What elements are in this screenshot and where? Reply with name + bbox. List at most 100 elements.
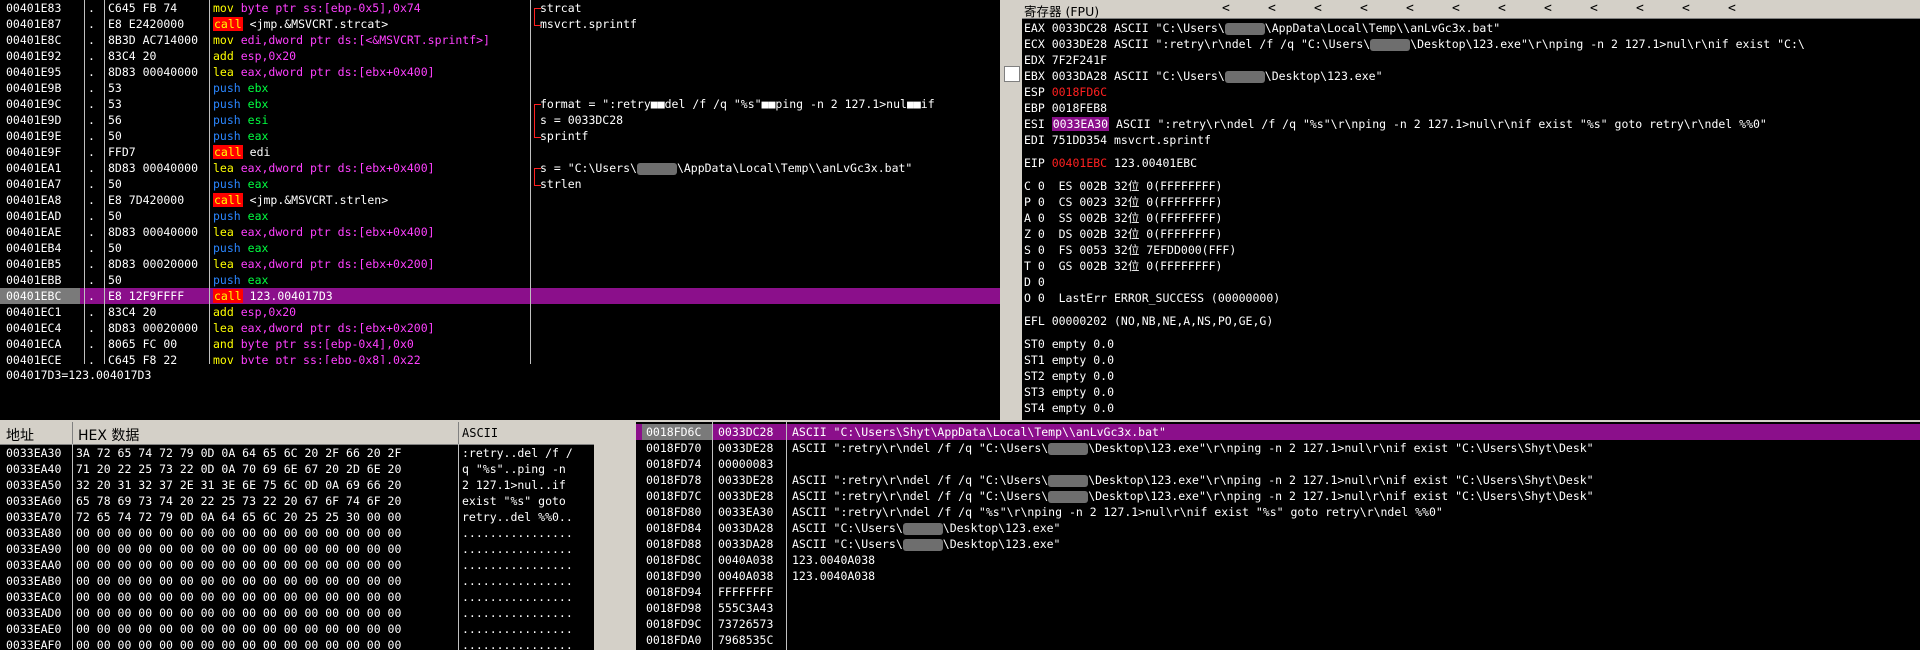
column-divider[interactable] — [84, 0, 85, 364]
stack-row[interactable]: 0018FD8C 0040A038 123.0040A038 — [636, 552, 1920, 568]
register-row[interactable]: EDX 7F2F241F — [1024, 53, 1107, 68]
scroll-left-arrow-icon[interactable]: < — [1406, 1, 1414, 16]
register-row[interactable]: D 0 — [1024, 275, 1045, 290]
scroll-left-arrow-icon[interactable]: < — [1590, 1, 1598, 16]
hex-dump-row[interactable]: 0033EA40 71 20 22 25 73 22 0D 0A 70 69 6E… — [0, 461, 634, 477]
stack-row[interactable]: 0018FD88 0033DA28 ASCII "C:\Users\ \Desktop… — [636, 536, 1920, 552]
hex-dump-row[interactable]: 0033EAB0 00 00 00 00 00 00 00 00 00 00 00… — [0, 573, 634, 589]
column-divider[interactable] — [458, 444, 459, 650]
hex-dump-row[interactable]: 0033EA60 65 78 69 73 74 20 22 25 73 22 20… — [0, 493, 634, 509]
stack-row[interactable]: 0018FD78 0033DE28 ASCII ":retry\r\ndel /f … — [636, 472, 1920, 488]
register-value-changed[interactable]: 0018FD6C — [1052, 85, 1107, 99]
register-row[interactable]: O 0 LastErr ERROR_SUCCESS (00000000) — [1024, 291, 1280, 306]
scroll-left-arrow-icon[interactable]: < — [1728, 1, 1736, 16]
register-row[interactable]: EAX 0033DC28 ASCII "C:\Users\ \AppData\Lo… — [1024, 21, 1500, 36]
scroll-left-arrow-icon[interactable]: < — [1636, 1, 1644, 16]
register-value-changed[interactable]: 00401EBC — [1052, 156, 1107, 170]
disasm-row[interactable]: 00401EBC. E8 12F9FFFF call 123.004017D3 — [0, 288, 1000, 304]
disasm-row[interactable]: 00401E83. C645 FB 74 mov byte ptr ss:[ebp-… — [0, 0, 1000, 16]
column-divider[interactable] — [104, 0, 105, 364]
disassembly-scrollbar[interactable] — [1002, 0, 1020, 420]
stack-row[interactable]: 0018FD94 FFFFFFFF — [636, 584, 1920, 600]
disasm-row[interactable]: 00401E9F. FFD7 call edi — [0, 144, 1000, 160]
disasm-row[interactable]: 00401EA8. E8 7D420000 call <jmp.&MSVCRT.st… — [0, 192, 1000, 208]
hex-dump-row[interactable]: 0033EAC0 00 00 00 00 00 00 00 00 00 00 00… — [0, 589, 634, 605]
disasm-row[interactable]: 00401ECE. C645 F8 22 mov byte ptr ss:[ebp-… — [0, 352, 1000, 364]
disasm-row[interactable]: 00401E87. E8 E2420000 call <jmp.&MSVCRT.st… — [0, 16, 1000, 32]
scroll-left-arrow-icon[interactable]: < — [1268, 1, 1276, 16]
scroll-left-arrow-icon[interactable]: < — [1360, 1, 1368, 16]
column-divider[interactable] — [209, 0, 210, 364]
column-divider[interactable] — [458, 422, 459, 444]
disasm-row[interactable]: 00401EAD. 50 push eax — [0, 208, 1000, 224]
column-hex-data[interactable]: HEX 数据 — [78, 425, 139, 445]
registers-header[interactable]: 寄存器 (FPU) < < < < < < < < < < < < — [1022, 0, 1920, 19]
register-row[interactable]: Z 0 DS 002B 32位 0(FFFFFFFF) — [1024, 227, 1222, 242]
stack-row[interactable]: 0018FD74 00000083 — [636, 456, 1920, 472]
register-row[interactable]: ESP 0018FD6C — [1024, 85, 1107, 100]
stack-row[interactable]: 0018FD9C 73726573 — [636, 616, 1920, 632]
register-row[interactable]: ECX 0033DE28 ASCII ":retry\r\ndel /f /q … — [1024, 37, 1805, 52]
column-divider[interactable] — [712, 422, 713, 650]
hex-dump-row[interactable]: 0033EAF0 00 00 00 00 00 00 00 00 00 00 00… — [0, 637, 634, 650]
hex-dump-row[interactable]: 0033EA30 3A 72 65 74 72 79 0D 0A 64 65 6C… — [0, 445, 634, 461]
disasm-row[interactable]: 00401EBB. 50 push eax — [0, 272, 1000, 288]
hex-dump-row[interactable]: 0033EAE0 00 00 00 00 00 00 00 00 00 00 00… — [0, 621, 634, 637]
disasm-row[interactable]: 00401EA7. 50 push eax strlen — [0, 176, 1000, 192]
scroll-left-arrow-icon[interactable]: < — [1222, 1, 1230, 16]
scroll-left-arrow-icon[interactable]: < — [1498, 1, 1506, 16]
register-row[interactable]: ST2 empty 0.0 — [1024, 369, 1114, 384]
disasm-row[interactable]: 00401EC1. 83C4 20 add esp,0x20 — [0, 304, 1000, 320]
disasm-row[interactable]: 00401E9C. 53 push ebx format = ":retry■■del… — [0, 96, 1000, 112]
disasm-row[interactable]: 00401ECA. 8065 FC 00 and byte ptr ss:[ebp-… — [0, 336, 1000, 352]
column-divider[interactable] — [786, 422, 787, 650]
scrollbar-thumb[interactable] — [1004, 66, 1020, 82]
stack-row[interactable]: 0018FDA0 7968535C — [636, 632, 1920, 648]
stack-row[interactable]: 0018FD98 555C3A43 — [636, 600, 1920, 616]
disasm-row[interactable]: 00401EAE. 8D83 00040000 lea eax,dword ptr … — [0, 224, 1000, 240]
disasm-row[interactable]: 00401E9B. 53 push ebx — [0, 80, 1000, 96]
hex-dump-row[interactable]: 0033EAD0 00 00 00 00 00 00 00 00 00 00 00… — [0, 605, 634, 621]
register-value-selected[interactable]: 0033EA30 — [1051, 117, 1110, 131]
disasm-row[interactable]: 00401EB4. 50 push eax — [0, 240, 1000, 256]
register-row[interactable]: EFL 00000202 (NO,NB,NE,A,NS,PO,GE,G) — [1024, 314, 1273, 329]
stack-row[interactable]: 0018FD84 0033DA28 ASCII "C:\Users\ \Desktop… — [636, 520, 1920, 536]
hex-dump-row[interactable]: 0033EAA0 00 00 00 00 00 00 00 00 00 00 00… — [0, 557, 634, 573]
register-row[interactable]: ESI 0033EA30 ASCII ":retry\r\ndel /f /q … — [1024, 117, 1767, 132]
register-row[interactable]: S 0 FS 0053 32位 7EFDD000(FFF) — [1024, 243, 1236, 258]
register-row[interactable]: P 0 CS 0023 32位 0(FFFFFFFF) — [1024, 195, 1222, 210]
register-row[interactable]: EDI 751DD354 msvcrt.sprintf — [1024, 133, 1211, 148]
hex-dump-pane[interactable]: 地址 HEX 数据 ASCII 0033EA30 3A 72 65 74 72 7… — [0, 422, 634, 650]
register-row[interactable]: EBP 0018FEB8 — [1024, 101, 1107, 116]
register-row[interactable]: ST0 empty 0.0 — [1024, 337, 1114, 352]
disasm-row[interactable]: 00401EB5. 8D83 00020000 lea eax,dword ptr … — [0, 256, 1000, 272]
hex-dump-row[interactable]: 0033EA50 32 20 31 32 37 2E 31 3E 6E 75 6C… — [0, 477, 634, 493]
scroll-left-arrow-icon[interactable]: < — [1544, 1, 1552, 16]
disasm-row[interactable]: 00401EA1. 8D83 00040000 lea eax,dword ptr … — [0, 160, 1000, 176]
disasm-row[interactable]: 00401E95. 8D83 00040000 lea eax,dword ptr … — [0, 64, 1000, 80]
scroll-left-arrow-icon[interactable]: < — [1314, 1, 1322, 16]
disasm-row[interactable]: 00401EC4. 8D83 00020000 lea eax,dword ptr … — [0, 320, 1000, 336]
disasm-row[interactable]: 00401E9E. 50 push eax sprintf — [0, 128, 1000, 144]
scroll-left-arrow-icon[interactable]: < — [1682, 1, 1690, 16]
stack-row[interactable]: 0018FD70 0033DE28 ASCII ":retry\r\ndel /f … — [636, 440, 1920, 456]
scroll-left-arrow-icon[interactable]: < — [1452, 1, 1460, 16]
stack-row[interactable]: 0018FD90 0040A038 123.0040A038 — [636, 568, 1920, 584]
column-divider[interactable] — [72, 422, 73, 444]
register-row[interactable]: ST3 empty 0.0 — [1024, 385, 1114, 400]
hex-dump-scrollbar[interactable] — [594, 422, 634, 650]
hex-dump-row[interactable]: 0033EA70 72 65 74 72 79 0D 0A 64 65 6C 20… — [0, 509, 634, 525]
register-row[interactable]: EBX 0033DA28 ASCII "C:\Users\ \Desktop\12… — [1024, 69, 1383, 84]
column-divider[interactable] — [530, 0, 531, 364]
hex-dump-row[interactable]: 0033EA80 00 00 00 00 00 00 00 00 00 00 00… — [0, 525, 634, 541]
register-row[interactable]: ST4 empty 0.0 — [1024, 401, 1114, 416]
column-ascii[interactable]: ASCII — [462, 426, 498, 440]
disasm-row[interactable]: 00401E8C. 8B3D AC714000 mov edi,dword ptr … — [0, 32, 1000, 48]
stack-pane[interactable]: 0018FD6C 0033DC28 ASCII "C:\Users\Shyt\App… — [636, 422, 1920, 650]
disasm-row[interactable]: 00401E9D. 56 push esi s = 0033DC28 — [0, 112, 1000, 128]
disasm-row[interactable]: 00401E92. 83C4 20 add esp,0x20 — [0, 48, 1000, 64]
register-row[interactable]: C 0 ES 002B 32位 0(FFFFFFFF) — [1024, 179, 1222, 194]
register-row[interactable]: EIP 00401EBC 123.00401EBC — [1024, 156, 1197, 171]
register-row[interactable]: A 0 SS 002B 32位 0(FFFFFFFF) — [1024, 211, 1222, 226]
stack-row[interactable]: 0018FD7C 0033DE28 ASCII ":retry\r\ndel /f … — [636, 488, 1920, 504]
